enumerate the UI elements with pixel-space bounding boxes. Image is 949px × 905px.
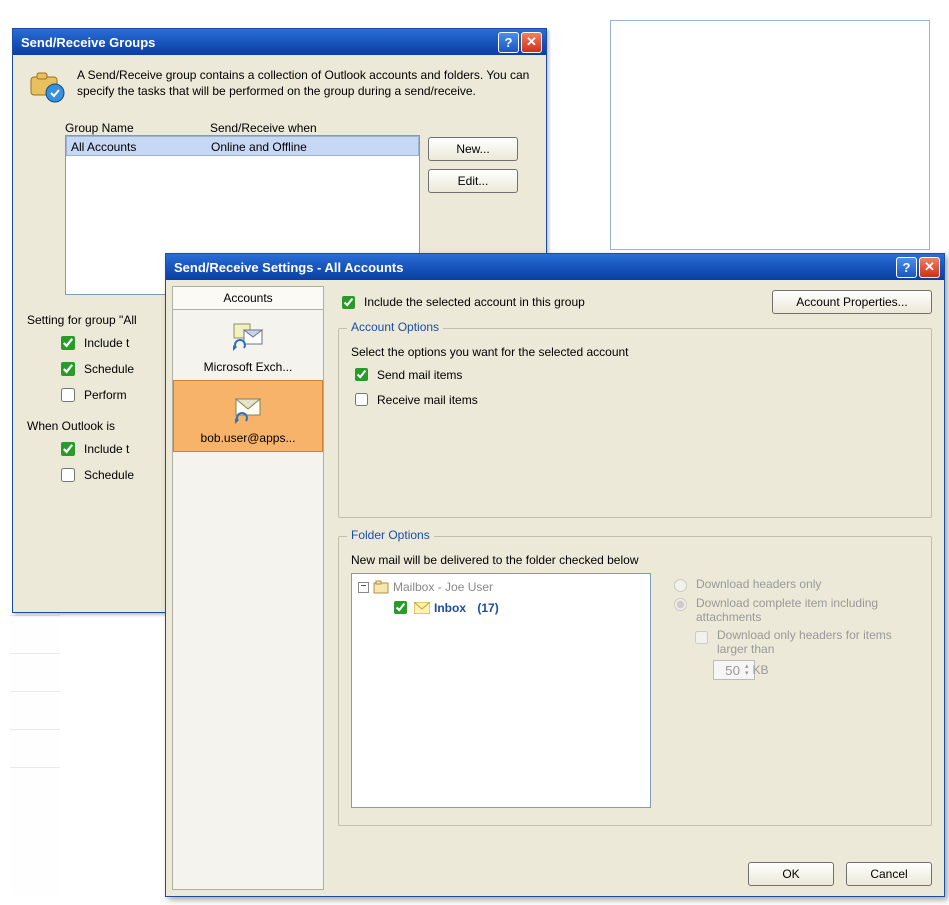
- send-mail-checkbox[interactable]: [355, 368, 368, 381]
- accounts-header: Accounts: [173, 287, 323, 310]
- schedule-label: Schedule: [84, 362, 134, 376]
- download-headers-radio: [674, 579, 687, 592]
- download-options: Download headers only Download complete …: [669, 573, 919, 808]
- inbox-count: (17): [477, 601, 498, 615]
- send-mail-label: Send mail items: [377, 368, 462, 382]
- include-offline-checkbox[interactable]: [61, 442, 75, 456]
- account-label: Microsoft Exch...: [177, 360, 319, 374]
- include-checkbox[interactable]: [61, 336, 75, 350]
- close-button[interactable]: ✕: [521, 32, 542, 53]
- kb-label: KB: [753, 663, 769, 677]
- folder-tree[interactable]: − Mailbox - Joe User: [351, 573, 651, 808]
- inbox-icon: [414, 602, 430, 614]
- close-button[interactable]: ✕: [919, 257, 940, 278]
- mail-account-icon: [230, 391, 266, 427]
- include-account-row[interactable]: Include the selected account in this gro…: [338, 293, 766, 312]
- download-only-headers-checkbox: [695, 631, 708, 644]
- send-receive-settings-dialog: Send/Receive Settings - All Accounts ? ✕…: [165, 253, 945, 897]
- dialog-title: Send/Receive Settings - All Accounts: [174, 260, 894, 275]
- account-item-exchange[interactable]: Microsoft Exch...: [173, 310, 323, 380]
- mailbox-icon: [373, 580, 389, 594]
- account-options-group: Account Options Select the options you w…: [338, 328, 932, 518]
- background-strip: [10, 615, 60, 895]
- include-account-checkbox[interactable]: [342, 296, 355, 309]
- schedule-offline-checkbox[interactable]: [61, 468, 75, 482]
- account-label: bob.user@apps...: [178, 431, 318, 445]
- titlebar[interactable]: Send/Receive Groups ? ✕: [13, 29, 546, 55]
- ok-button[interactable]: OK: [748, 862, 834, 886]
- folder-options-desc: New mail will be delivered to the folder…: [351, 553, 919, 567]
- perform-checkbox[interactable]: [61, 388, 75, 402]
- include-account-label: Include the selected account in this gro…: [364, 295, 585, 309]
- exchange-icon: [230, 320, 266, 356]
- tree-root[interactable]: − Mailbox - Joe User: [358, 580, 644, 594]
- group-row-name: All Accounts: [71, 137, 211, 155]
- accounts-pane: Accounts Microsoft Exch...: [172, 286, 324, 890]
- inbox-checkbox[interactable]: [394, 601, 407, 614]
- col-group-name: Group Name: [65, 121, 210, 135]
- folder-options-group: Folder Options New mail will be delivere…: [338, 536, 932, 826]
- include-offline-label: Include t: [84, 442, 129, 456]
- account-properties-button[interactable]: Account Properties...: [772, 290, 932, 314]
- include-label: Include t: [84, 336, 129, 350]
- col-send-receive-when: Send/Receive when: [210, 121, 317, 135]
- folder-options-title: Folder Options: [347, 528, 434, 542]
- download-only-headers-label: Download only headers for items larger t…: [717, 628, 919, 656]
- collapse-icon[interactable]: −: [358, 582, 369, 593]
- account-options-desc: Select the options you want for the sele…: [351, 345, 919, 359]
- help-button[interactable]: ?: [498, 32, 519, 53]
- background-pane: [610, 20, 930, 250]
- help-button[interactable]: ?: [896, 257, 917, 278]
- account-options-title: Account Options: [347, 320, 443, 334]
- edit-button[interactable]: Edit...: [428, 169, 518, 193]
- cancel-button[interactable]: Cancel: [846, 862, 932, 886]
- download-complete-label: Download complete item including attachm…: [696, 596, 919, 624]
- info-text: A Send/Receive group contains a collecti…: [77, 67, 532, 107]
- download-complete-radio: [674, 598, 687, 611]
- group-row[interactable]: All Accounts Online and Offline: [66, 136, 419, 156]
- groups-icon: [27, 67, 67, 107]
- receive-mail-checkbox[interactable]: [355, 393, 368, 406]
- new-button[interactable]: New...: [428, 137, 518, 161]
- download-headers-label: Download headers only: [696, 577, 821, 591]
- size-input: [713, 660, 755, 680]
- inbox-label: Inbox: [434, 601, 466, 615]
- titlebar[interactable]: Send/Receive Settings - All Accounts ? ✕: [166, 254, 944, 280]
- group-row-when: Online and Offline: [211, 137, 307, 155]
- tree-root-label: Mailbox - Joe User: [393, 580, 493, 594]
- perform-label: Perform: [84, 388, 127, 402]
- schedule-checkbox[interactable]: [61, 362, 75, 376]
- tree-inbox[interactable]: Inbox (17): [390, 598, 644, 617]
- receive-mail-label: Receive mail items: [377, 393, 478, 407]
- dialog-title: Send/Receive Groups: [21, 35, 496, 50]
- schedule-offline-label: Schedule: [84, 468, 134, 482]
- account-item-bob-user[interactable]: bob.user@apps...: [173, 380, 323, 452]
